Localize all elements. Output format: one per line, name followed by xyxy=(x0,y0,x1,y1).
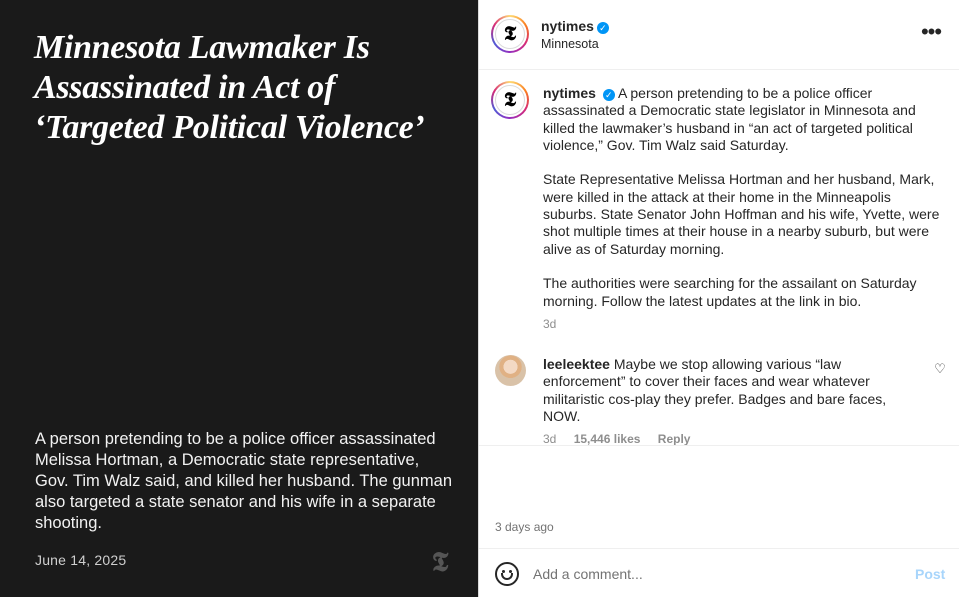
divider xyxy=(479,445,959,446)
nyt-avatar-icon: 𝕿 xyxy=(495,85,525,115)
header-username[interactable]: nytimes ✓ xyxy=(541,18,609,34)
comment-age[interactable]: 3d xyxy=(543,432,556,446)
comment-text: leeleektee Maybe we stop allowing variou… xyxy=(543,356,903,425)
post-sidebar: 𝕿 nytimes ✓ Minnesota ••• 𝕿 nytimes ✓ A p… xyxy=(478,0,959,597)
verified-badge-icon: ✓ xyxy=(602,89,615,101)
like-comment-heart-icon[interactable]: ♡ xyxy=(933,362,947,376)
account-avatar[interactable]: 𝕿 xyxy=(491,15,529,53)
add-comment-bar: Post xyxy=(479,548,959,597)
nyt-logo-icon: 𝕿 xyxy=(431,547,449,577)
caption-age[interactable]: 3d xyxy=(543,317,556,331)
article-date: June 14, 2025 xyxy=(35,552,127,568)
header-username-text[interactable]: nytimes xyxy=(541,18,594,34)
post-location[interactable]: Minnesota xyxy=(541,37,599,51)
caption-paragraph: State Representative Melissa Hortman and… xyxy=(543,171,940,257)
emoji-icon[interactable] xyxy=(495,562,519,586)
commenter-avatar[interactable] xyxy=(495,355,526,386)
verified-badge-icon: ✓ xyxy=(596,22,609,34)
caption-paragraph: A person pretending to be a police offic… xyxy=(543,85,916,153)
comment-input[interactable] xyxy=(533,563,893,585)
caption-text: nytimes ✓ A person pretending to be a po… xyxy=(543,85,943,310)
comment-meta: 3d 15,446 likes Reply xyxy=(543,432,704,446)
more-options-icon[interactable]: ••• xyxy=(915,21,947,46)
nyt-avatar-icon: 𝕿 xyxy=(495,19,525,49)
post-comment-button[interactable]: Post xyxy=(915,566,945,582)
reply-button[interactable]: Reply xyxy=(658,432,691,446)
caption-paragraph: The authorities were searching for the a… xyxy=(543,275,917,309)
article-summary: A person pretending to be a police offic… xyxy=(35,430,452,532)
post-header: 𝕿 nytimes ✓ Minnesota ••• xyxy=(479,0,959,70)
comment-username[interactable]: leeleektee xyxy=(543,356,610,372)
post-timestamp[interactable]: 3 days ago xyxy=(495,520,554,534)
caption-username[interactable]: nytimes xyxy=(543,85,596,101)
post-image: Minnesota Lawmaker Is Assassinated in Ac… xyxy=(0,0,478,597)
caption-avatar[interactable]: 𝕿 xyxy=(491,81,529,119)
article-headline: Minnesota Lawmaker Is Assassinated in Ac… xyxy=(34,29,425,146)
comment-likes[interactable]: 15,446 likes xyxy=(574,432,641,446)
